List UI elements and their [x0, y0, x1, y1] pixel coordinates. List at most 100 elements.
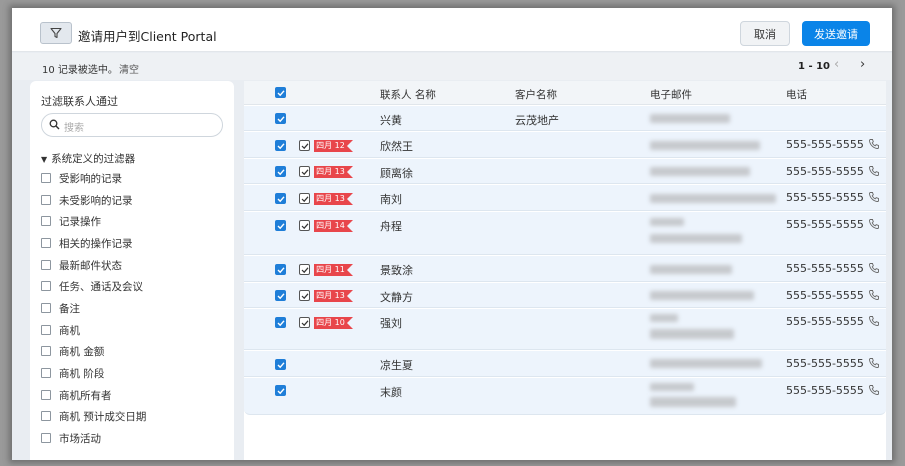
- phone-cell[interactable]: 555-555-5555: [786, 384, 880, 397]
- account-name[interactable]: 云茂地产: [515, 112, 559, 128]
- cancel-button[interactable]: 取消: [740, 21, 790, 46]
- filter-item[interactable]: 市场活动: [41, 430, 101, 446]
- row-checkbox[interactable]: [275, 264, 286, 275]
- task-checkbox[interactable]: [299, 220, 310, 231]
- checkbox[interactable]: [41, 303, 51, 313]
- prev-page-icon[interactable]: ‹: [834, 57, 839, 72]
- phone-icon[interactable]: [868, 315, 880, 327]
- phone-cell[interactable]: 555-555-5555: [786, 289, 880, 302]
- table-row[interactable]: 末颜 555-555-5555: [244, 378, 886, 415]
- table-row[interactable]: 四月 13 顾离徐 555-555-5555: [244, 159, 886, 184]
- row-checkbox[interactable]: [275, 290, 286, 301]
- phone-cell[interactable]: 555-555-5555: [786, 165, 880, 178]
- contact-name[interactable]: 景致涂: [380, 262, 413, 278]
- row-checkbox[interactable]: [275, 385, 286, 396]
- filter-item[interactable]: 记录操作: [41, 213, 101, 229]
- phone-icon[interactable]: [868, 289, 880, 301]
- contact-name[interactable]: 舟程: [380, 218, 402, 234]
- contact-name[interactable]: 顾离徐: [380, 165, 413, 181]
- row-checkbox[interactable]: [275, 317, 286, 328]
- row-checkbox[interactable]: [275, 140, 286, 151]
- task-check-icon: [301, 292, 308, 299]
- phone-cell[interactable]: 555-555-5555: [786, 315, 880, 328]
- column-header-name[interactable]: 联系人 名称: [380, 87, 436, 102]
- checkbox[interactable]: [41, 411, 51, 421]
- filter-item[interactable]: 受影响的记录: [41, 170, 122, 186]
- filter-item[interactable]: 商机所有者: [41, 387, 112, 403]
- row-checkbox[interactable]: [275, 166, 286, 177]
- filter-item[interactable]: 任务、通话及会议: [41, 278, 143, 294]
- next-page-icon[interactable]: ›: [860, 57, 865, 72]
- clear-selection-link[interactable]: 清空: [119, 61, 139, 76]
- row-checkbox[interactable]: [275, 220, 286, 231]
- task-checkbox[interactable]: [299, 290, 310, 301]
- checkbox[interactable]: [41, 325, 51, 335]
- contact-name[interactable]: 文静方: [380, 289, 413, 305]
- phone-icon[interactable]: [868, 357, 880, 369]
- send-invite-button[interactable]: 发送邀请: [802, 21, 870, 46]
- table-row[interactable]: 兴黄 云茂地产: [244, 106, 886, 131]
- filter-item[interactable]: 商机 阶段: [41, 365, 104, 381]
- phone-cell[interactable]: 555-555-5555: [786, 191, 880, 204]
- table-row[interactable]: 四月 14 舟程 555-555-5555: [244, 212, 886, 255]
- checkbox[interactable]: [41, 238, 51, 248]
- redacted-email: [650, 359, 762, 368]
- task-checkbox[interactable]: [299, 264, 310, 275]
- column-header-account[interactable]: 客户名称: [515, 87, 557, 102]
- checkbox[interactable]: [41, 195, 51, 205]
- table-row[interactable]: 四月 13 南刘 555-555-5555: [244, 185, 886, 211]
- row-checkbox[interactable]: [275, 359, 286, 370]
- task-checkbox[interactable]: [299, 317, 310, 328]
- phone-icon[interactable]: [868, 384, 880, 396]
- contact-name[interactable]: 兴黄: [380, 112, 402, 128]
- checkbox[interactable]: [41, 346, 51, 356]
- row-checkbox[interactable]: [275, 193, 286, 204]
- task-checkbox[interactable]: [299, 193, 310, 204]
- redacted-email: [650, 314, 678, 322]
- column-header-phone[interactable]: 电话: [786, 87, 807, 102]
- phone-icon[interactable]: [868, 218, 880, 230]
- checkbox[interactable]: [41, 216, 51, 226]
- checkbox[interactable]: [41, 260, 51, 270]
- phone-icon[interactable]: [868, 262, 880, 274]
- contact-name[interactable]: 欣然王: [380, 138, 413, 154]
- contact-name[interactable]: 凉生夏: [380, 357, 413, 373]
- table-row[interactable]: 四月 13 文静方 555-555-5555: [244, 283, 886, 308]
- due-date-flag: 四月 10: [314, 317, 355, 329]
- checkbox[interactable]: [41, 390, 51, 400]
- phone-icon[interactable]: [868, 191, 880, 203]
- task-checkbox[interactable]: [299, 140, 310, 151]
- table-row[interactable]: 凉生夏 555-555-5555: [244, 351, 886, 377]
- filter-search-input[interactable]: 搜索: [41, 113, 223, 137]
- table-row[interactable]: 四月 10 强刘 555-555-5555: [244, 309, 886, 350]
- filter-item[interactable]: 最新邮件状态: [41, 257, 122, 273]
- filter-item[interactable]: 相关的操作记录: [41, 235, 133, 251]
- filter-toggle-button[interactable]: [40, 22, 72, 44]
- checkbox[interactable]: [41, 173, 51, 183]
- filter-item[interactable]: 商机: [41, 322, 80, 338]
- checkbox[interactable]: [41, 368, 51, 378]
- table-row[interactable]: 四月 12 欣然王 555-555-5555: [244, 132, 886, 158]
- due-date-label: 四月 10: [314, 317, 347, 329]
- checkbox[interactable]: [41, 433, 51, 443]
- system-filters-group[interactable]: ▼ 系统定义的过滤器: [41, 151, 135, 166]
- filter-item[interactable]: 备注: [41, 300, 80, 316]
- select-all-checkbox[interactable]: [275, 87, 286, 98]
- filter-item[interactable]: 商机 预计成交日期: [41, 408, 146, 424]
- filter-item[interactable]: 未受影响的记录: [41, 192, 133, 208]
- phone-icon[interactable]: [868, 165, 880, 177]
- contact-name[interactable]: 末颜: [380, 384, 402, 400]
- phone-cell[interactable]: 555-555-5555: [786, 262, 880, 275]
- phone-icon[interactable]: [868, 138, 880, 150]
- phone-cell[interactable]: 555-555-5555: [786, 138, 880, 151]
- table-row[interactable]: 四月 11 景致涂 555-555-5555: [244, 256, 886, 282]
- task-checkbox[interactable]: [299, 166, 310, 177]
- filter-item[interactable]: 商机 金额: [41, 343, 104, 359]
- column-header-email[interactable]: 电子邮件: [650, 87, 692, 102]
- row-checkbox[interactable]: [275, 113, 286, 124]
- phone-cell[interactable]: 555-555-5555: [786, 357, 880, 370]
- checkbox[interactable]: [41, 281, 51, 291]
- phone-cell[interactable]: 555-555-5555: [786, 218, 880, 231]
- contact-name[interactable]: 南刘: [380, 191, 402, 207]
- contact-name[interactable]: 强刘: [380, 315, 402, 331]
